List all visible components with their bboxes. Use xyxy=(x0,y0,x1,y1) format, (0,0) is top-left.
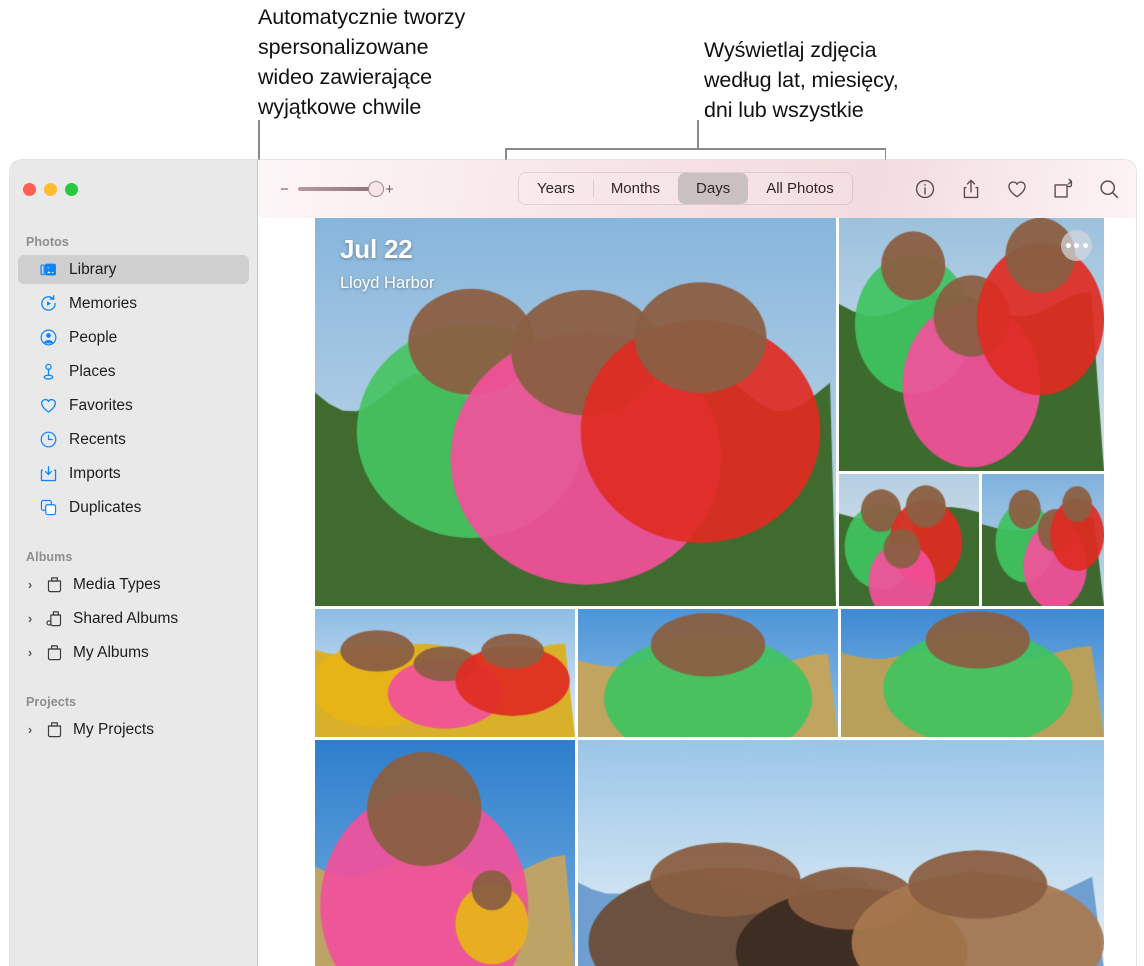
folder-icon xyxy=(45,720,64,739)
sidebar-item-my-albums[interactable]: › My Albums xyxy=(18,638,249,667)
photo-thumbnail[interactable] xyxy=(578,740,1104,966)
callout-text-memories: Automatycznie tworzy spersonalizowane wi… xyxy=(258,5,466,119)
photo-group-column xyxy=(839,218,1104,606)
photo-thumbnail[interactable] xyxy=(982,474,1104,606)
view-mode-segmented-control[interactable]: Years Months Days All Photos xyxy=(518,172,853,205)
duplicates-icon xyxy=(39,498,58,517)
sidebar-item-media-types[interactable]: › Media Types xyxy=(18,570,249,599)
chevron-right-icon[interactable]: › xyxy=(24,645,36,660)
sidebar-item-duplicates[interactable]: Duplicates xyxy=(18,493,249,522)
people-icon xyxy=(39,328,58,347)
sidebar-item-label: Duplicates xyxy=(69,498,142,516)
photo-thumbnail[interactable]: Jul 22 Lloyd Harbor xyxy=(315,218,836,606)
sidebar-item-library[interactable]: Library xyxy=(18,255,249,284)
chevron-right-icon[interactable]: › xyxy=(24,577,36,592)
sidebar-item-label: Shared Albums xyxy=(73,609,179,627)
more-options-button[interactable] xyxy=(1061,230,1092,261)
photos-app-window: Photos Library Memories People Places Favorit… xyxy=(10,160,1136,966)
content-area: − + Years Months Days All Photos Jul 22 … xyxy=(259,160,1136,966)
maximize-button[interactable] xyxy=(65,183,78,196)
folder-icon xyxy=(45,575,64,594)
folder-icon xyxy=(45,643,64,662)
photo-thumbnail[interactable] xyxy=(839,218,1104,471)
sidebar-item-label: Library xyxy=(69,260,117,278)
zoom-out-icon[interactable]: − xyxy=(278,181,291,198)
photo-thumbnail[interactable] xyxy=(315,740,576,966)
photo-subrow xyxy=(839,474,1104,606)
zoom-in-icon[interactable]: + xyxy=(383,181,396,198)
photo-grid-row xyxy=(315,740,1104,966)
info-icon[interactable] xyxy=(914,178,936,200)
photo-grid-row xyxy=(315,609,1104,737)
photo-grid-row: Jul 22 Lloyd Harbor xyxy=(315,218,1104,606)
photo-thumbnail[interactable] xyxy=(578,609,838,737)
share-icon[interactable] xyxy=(960,178,982,200)
photo-grid: Jul 22 Lloyd Harbor xyxy=(315,218,1104,966)
minimize-button[interactable] xyxy=(44,183,57,196)
sidebar-section-gap xyxy=(10,672,257,688)
places-icon xyxy=(39,362,58,381)
shared-folder-icon xyxy=(45,609,64,628)
chevron-right-icon[interactable]: › xyxy=(24,722,36,737)
clock-icon xyxy=(39,430,58,449)
segment-months[interactable]: Months xyxy=(592,173,678,204)
callout-2-line-vertical xyxy=(697,120,699,149)
window-controls xyxy=(23,183,78,196)
import-icon xyxy=(39,464,58,483)
sidebar-section-header: Albums xyxy=(26,550,73,564)
sidebar-item-places[interactable]: Places xyxy=(18,357,249,386)
zoom-slider-track[interactable] xyxy=(298,181,384,197)
photo-thumbnail[interactable] xyxy=(315,609,575,737)
day-header-location: Lloyd Harbor xyxy=(340,274,435,292)
sidebar-item-label: People xyxy=(69,328,118,346)
close-button[interactable] xyxy=(23,183,36,196)
sidebar-list: Photos Library Memories People Places Favorit… xyxy=(10,228,257,749)
sidebar-item-shared-albums[interactable]: › Shared Albums xyxy=(18,604,249,633)
toolbar-icons xyxy=(914,160,1120,218)
sidebar-item-label: Memories xyxy=(69,294,138,312)
day-header-date: Jul 22 xyxy=(340,234,413,264)
sidebar-section-header: Photos xyxy=(26,235,69,249)
sidebar-item-favorites[interactable]: Favorites xyxy=(18,391,249,420)
heart-icon xyxy=(39,396,58,415)
favorite-heart-icon[interactable] xyxy=(1006,178,1028,200)
segment-all-photos[interactable]: All Photos xyxy=(748,173,852,204)
photo-thumbnail[interactable] xyxy=(839,474,979,606)
sidebar-section-gap xyxy=(10,527,257,543)
rotate-icon[interactable] xyxy=(1052,178,1074,200)
sidebar-item-label: Media Types xyxy=(73,575,161,593)
sidebar-section-header: Projects xyxy=(26,695,77,709)
memories-icon xyxy=(39,294,58,313)
zoom-slider[interactable]: − + xyxy=(278,181,396,198)
sidebar: Photos Library Memories People Places Favorit… xyxy=(10,160,258,966)
library-icon xyxy=(39,260,58,279)
toolbar: − + Years Months Days All Photos xyxy=(259,160,1136,218)
callout-2-bracket-top xyxy=(505,148,886,150)
sidebar-item-label: Recents xyxy=(69,430,126,448)
sidebar-item-people[interactable]: People xyxy=(18,323,249,352)
callout-text-view-modes: Wyświetlaj zdjęcia według lat, miesięcy,… xyxy=(704,38,899,122)
sidebar-item-my-projects[interactable]: › My Projects xyxy=(18,715,249,744)
segment-years[interactable]: Years xyxy=(519,173,593,204)
sidebar-item-imports[interactable]: Imports xyxy=(18,459,249,488)
chevron-right-icon[interactable]: › xyxy=(24,611,36,626)
photo-thumbnail[interactable] xyxy=(841,609,1104,737)
search-icon[interactable] xyxy=(1098,178,1120,200)
sidebar-item-label: Places xyxy=(69,362,116,380)
day-header-overlay: Jul 22 Lloyd Harbor xyxy=(340,234,434,293)
zoom-slider-knob[interactable] xyxy=(368,181,384,197)
sidebar-item-label: Favorites xyxy=(69,396,133,414)
sidebar-item-label: My Albums xyxy=(73,643,149,661)
sidebar-item-label: My Projects xyxy=(73,720,154,738)
sidebar-item-label: Imports xyxy=(69,464,121,482)
sidebar-item-recents[interactable]: Recents xyxy=(18,425,249,454)
segment-days[interactable]: Days xyxy=(678,173,749,204)
sidebar-item-memories[interactable]: Memories xyxy=(18,289,249,318)
